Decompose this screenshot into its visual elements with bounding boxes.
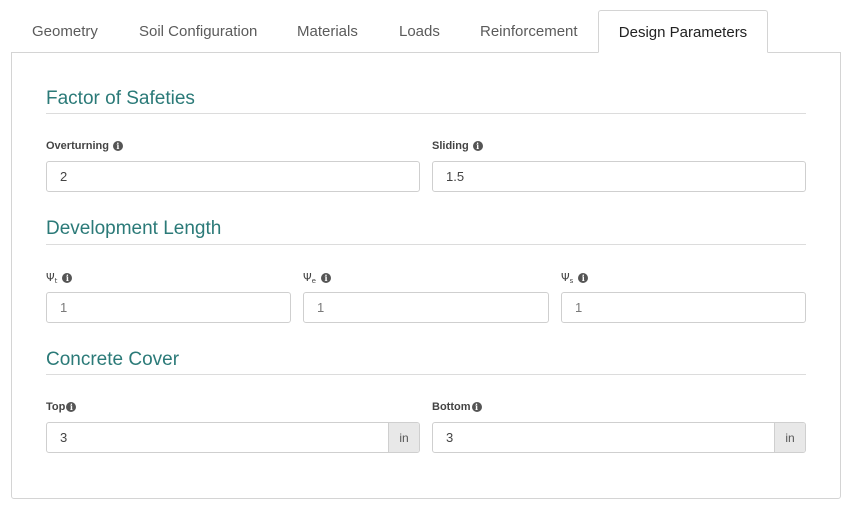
tab-loads[interactable]: Loads [399, 10, 440, 53]
section-title-concrete-cover: Concrete Cover [46, 349, 180, 370]
tab-soil-configuration[interactable]: Soil Configuration [139, 10, 257, 53]
psi-e-label: Ψe i [303, 271, 331, 285]
psi-symbol: Ψ [561, 271, 570, 284]
overturning-label: Overturning i [46, 140, 123, 152]
sliding-input[interactable] [433, 162, 805, 191]
info-icon[interactable]: i [112, 141, 123, 151]
psi-s-label: Ψs i [561, 271, 589, 285]
section-divider [46, 374, 806, 375]
bottom-cover-label: Bottom i [432, 401, 482, 413]
info-icon[interactable]: i [320, 273, 331, 283]
sliding-label-text: Sliding [432, 140, 469, 152]
info-icon[interactable]: i [471, 402, 482, 412]
psi-s-input[interactable] [562, 293, 805, 322]
psi-subscript: s [569, 277, 574, 285]
top-cover-input[interactable] [47, 423, 388, 452]
psi-e-symbol: Ψe [303, 271, 316, 285]
info-icon[interactable]: i [578, 273, 589, 283]
psi-t-label: Ψt i [46, 271, 73, 285]
tab-geometry[interactable]: Geometry [32, 10, 98, 53]
section-title-development-length: Development Length [46, 218, 222, 239]
psi-symbol: Ψ [303, 271, 312, 284]
top-cover-unit-addon: in [388, 423, 419, 452]
psi-subscript: t [54, 277, 58, 285]
psi-t-field [46, 292, 291, 323]
bottom-cover-field: in [432, 422, 806, 453]
top-cover-label: Top i [46, 401, 77, 413]
info-icon[interactable]: i [472, 141, 483, 151]
psi-s-symbol: Ψs [561, 271, 573, 285]
section-divider [46, 244, 806, 245]
bottom-cover-input[interactable] [433, 423, 774, 452]
tab-design-parameters[interactable]: Design Parameters [598, 10, 768, 53]
section-title-factor-of-safeties: Factor of Safeties [46, 88, 195, 109]
overturning-input[interactable] [47, 162, 419, 191]
sliding-label: Sliding i [432, 140, 483, 152]
sliding-field [432, 161, 806, 192]
tab-reinforcement[interactable]: Reinforcement [480, 10, 578, 53]
info-icon[interactable]: i [66, 402, 77, 412]
info-icon[interactable]: i [62, 273, 73, 283]
psi-subscript: e [311, 277, 316, 285]
tab-materials[interactable]: Materials [297, 10, 358, 53]
psi-symbol: Ψ [46, 271, 55, 284]
overturning-field [46, 161, 420, 192]
top-cover-label-text: Top [46, 401, 66, 413]
section-divider [46, 113, 806, 114]
psi-e-field [303, 292, 549, 323]
top-cover-field: in [46, 422, 420, 453]
tab-bar: Geometry Soil Configuration Materials Lo… [11, 10, 841, 53]
psi-t-input[interactable] [47, 293, 290, 322]
psi-e-input[interactable] [304, 293, 548, 322]
bottom-cover-unit-addon: in [774, 423, 805, 452]
overturning-label-text: Overturning [46, 140, 109, 152]
bottom-cover-label-text: Bottom [432, 401, 471, 413]
psi-s-field [561, 292, 806, 323]
psi-t-symbol: Ψt [46, 271, 57, 285]
